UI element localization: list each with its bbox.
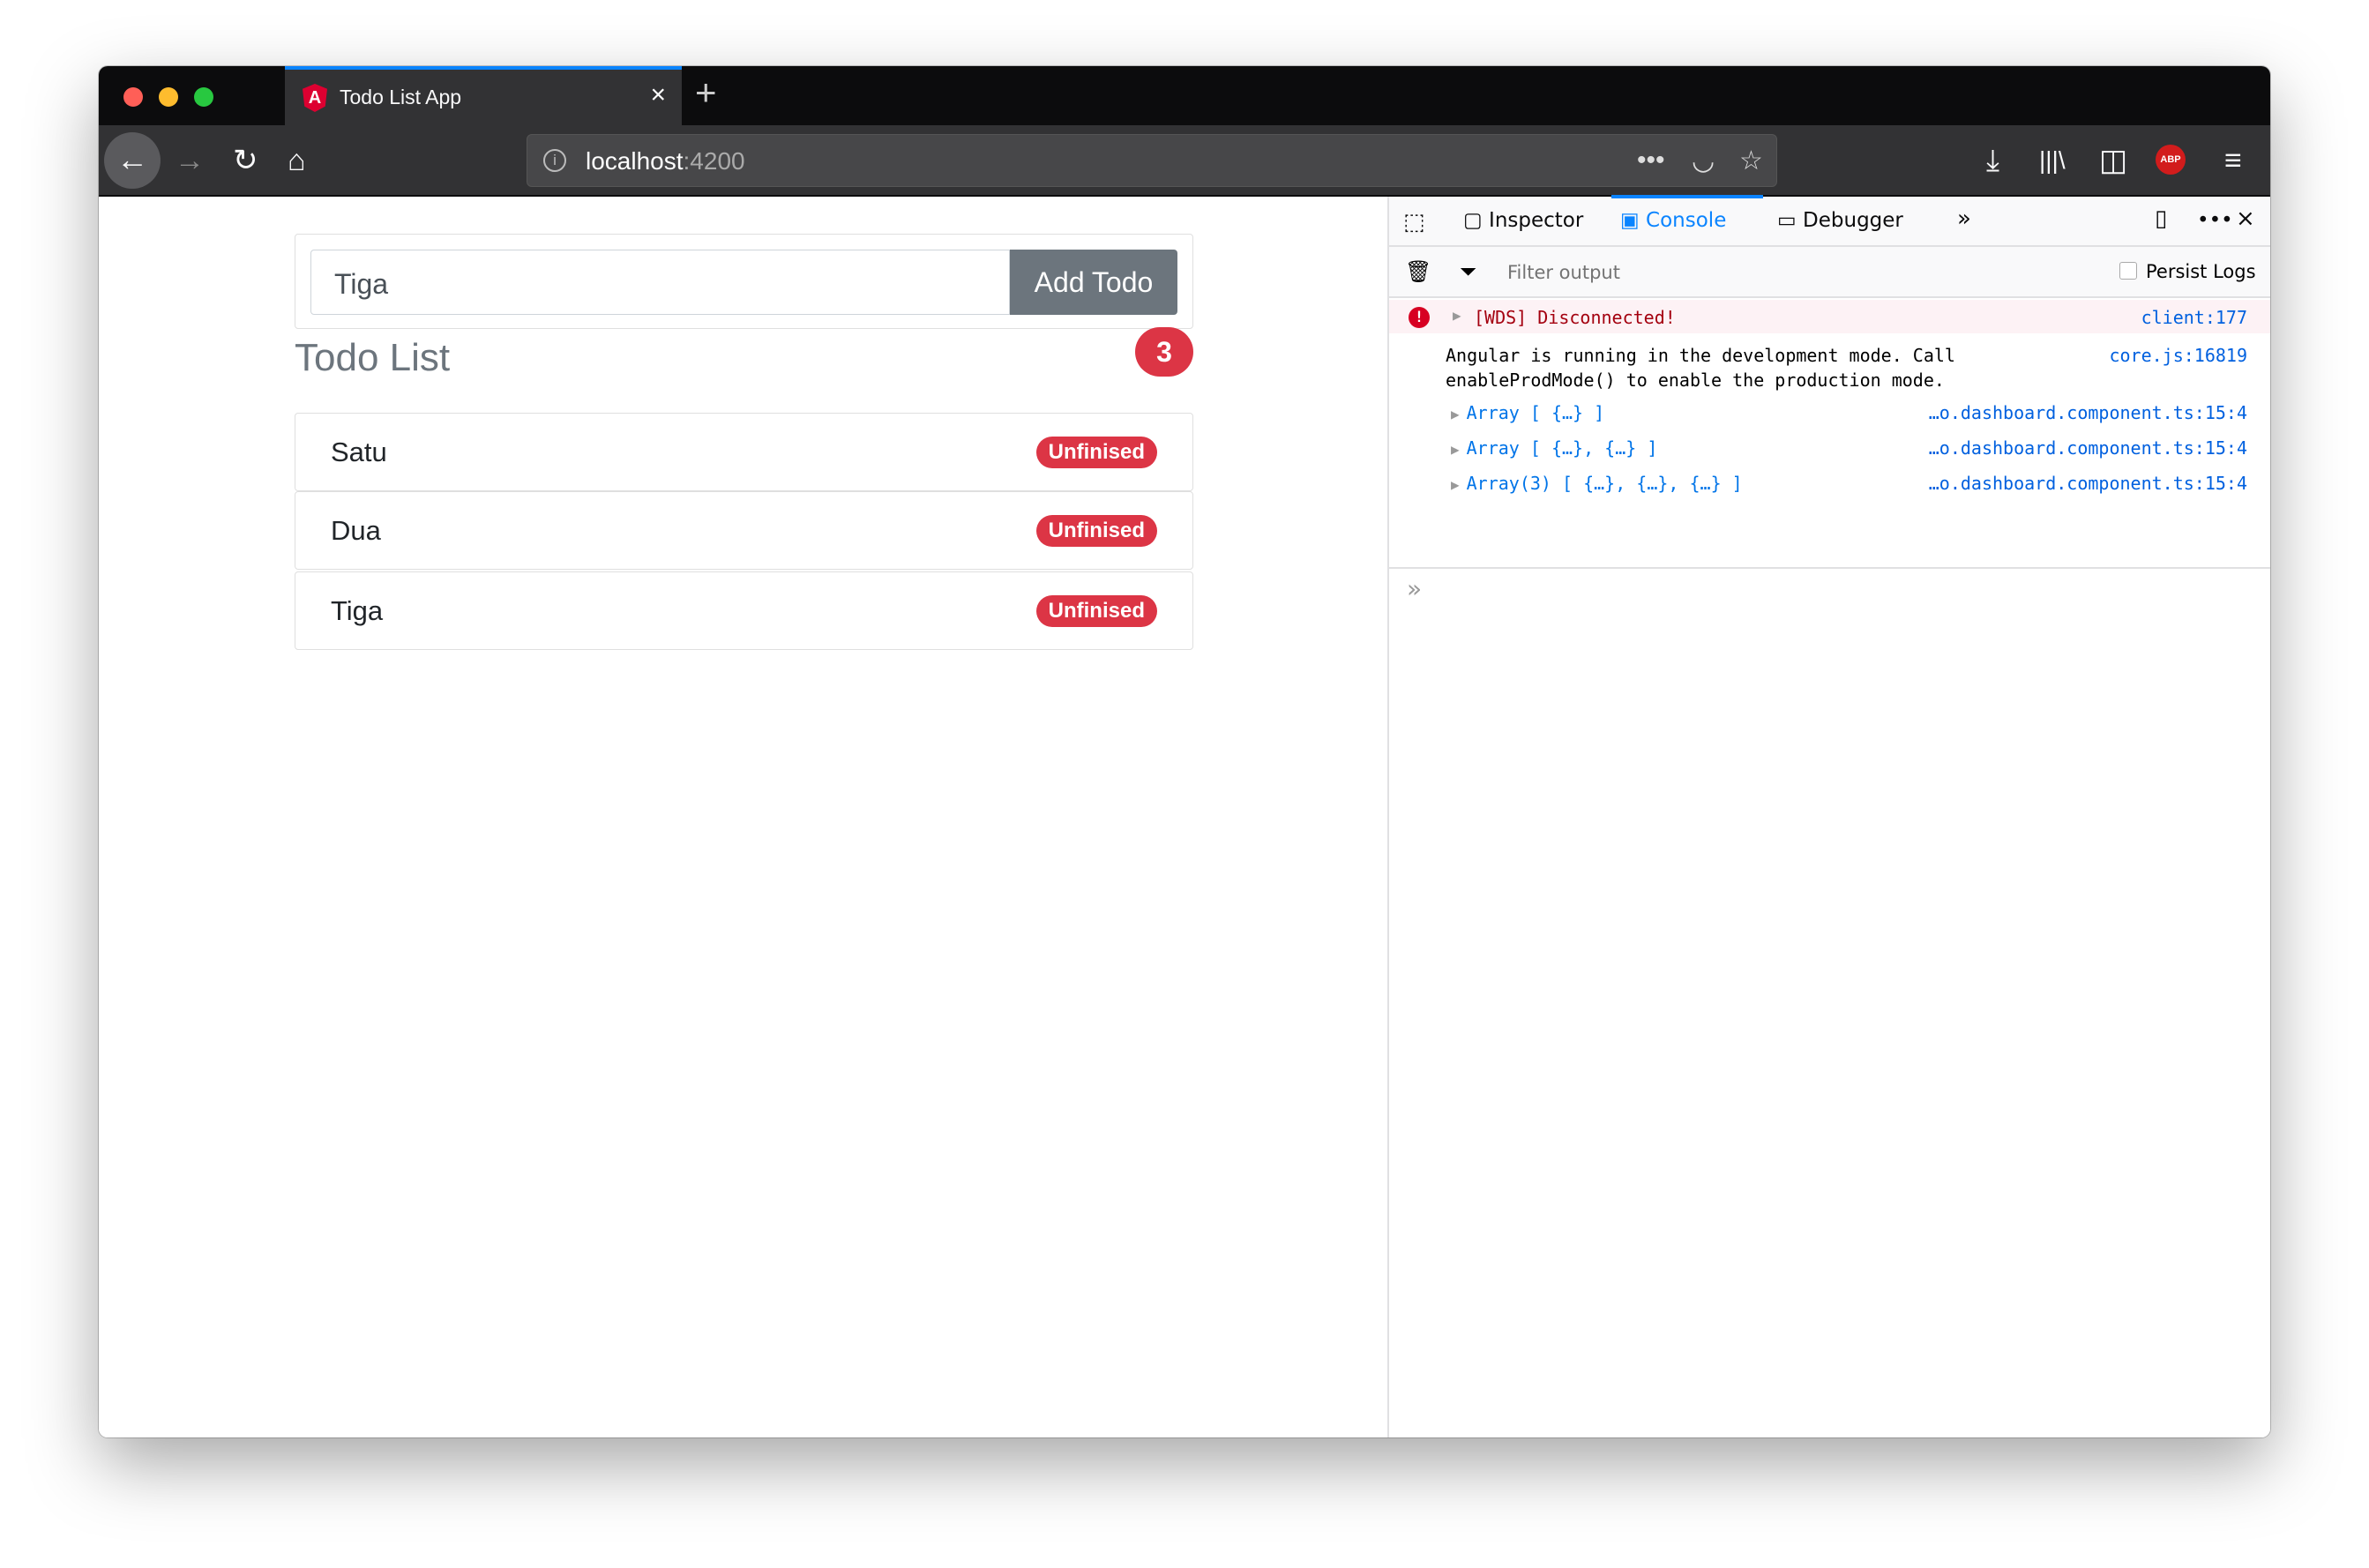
tab-debugger[interactable]: ▭ Debugger bbox=[1777, 209, 1903, 232]
add-todo-card: Tiga Add Todo bbox=[295, 234, 1193, 329]
error-icon: ! bbox=[1409, 307, 1430, 328]
adblock-icon[interactable]: ABP bbox=[2156, 145, 2186, 175]
count-badge: 3 bbox=[1135, 327, 1193, 377]
more-tabs-icon[interactable]: » bbox=[1957, 205, 1971, 232]
angular-icon: A bbox=[303, 84, 327, 112]
status-badge: Unfinised bbox=[1035, 515, 1157, 547]
console-log-row: Angular is running in the development mo… bbox=[1389, 343, 2270, 392]
download-icon[interactable]: ⤓ bbox=[1986, 143, 1999, 178]
todo-item[interactable]: Tiga Unfinised bbox=[295, 571, 1193, 650]
url-host: localhost bbox=[586, 147, 684, 175]
log-source-link[interactable]: …o.dashboard.component.ts:15:4 bbox=[1929, 402, 2247, 423]
maximize-window-button[interactable] bbox=[194, 87, 213, 107]
console-error-row[interactable]: ! ▶ [WDS] Disconnected! client:177 bbox=[1389, 300, 2270, 333]
close-tab-icon[interactable]: × bbox=[650, 80, 666, 110]
console-log-row[interactable]: ▶ Array [ {…} ] …o.dashboard.component.ts:… bbox=[1389, 402, 2270, 423]
menu-icon[interactable]: ≡ bbox=[2224, 143, 2242, 178]
status-badge: Unfinised bbox=[1035, 437, 1157, 468]
todo-title: Dua bbox=[331, 515, 381, 546]
expand-arrow-icon[interactable]: ▶ bbox=[1451, 406, 1460, 422]
forward-icon[interactable]: → bbox=[175, 143, 205, 178]
log-message: [WDS] Disconnected! bbox=[1474, 307, 1676, 328]
console-log-row[interactable]: ▶ Array [ {…}, {…} ] …o.dashboard.componen… bbox=[1389, 437, 2270, 459]
pocket-icon[interactable]: ◡ bbox=[1692, 146, 1715, 176]
log-message: Array [ {…}, {…} ] bbox=[1466, 437, 1658, 459]
prompt-chevron-icon: » bbox=[1407, 574, 1423, 603]
persist-logs-checkbox[interactable] bbox=[2119, 262, 2137, 280]
log-source-link[interactable]: core.js:16819 bbox=[2109, 343, 2247, 368]
persist-logs-label: Persist Logs bbox=[2146, 261, 2256, 282]
devtools-panel: ⬚ ▢ Inspector ▣ Console ▭ Debugger » ▯ •… bbox=[1387, 195, 2270, 1437]
log-source-link[interactable]: …o.dashboard.component.ts:15:4 bbox=[1929, 473, 2247, 494]
todo-title: Satu bbox=[331, 437, 387, 467]
more-icon[interactable]: ••• bbox=[1637, 146, 1665, 175]
expand-arrow-icon[interactable]: ▶ bbox=[1451, 476, 1460, 493]
log-message: Array [ {…} ] bbox=[1466, 402, 1605, 423]
filter-bar: 🗑 ⏷ Filter output Persist Logs bbox=[1389, 247, 2270, 298]
expand-arrow-icon[interactable]: ▶ bbox=[1451, 441, 1460, 458]
minimize-window-button[interactable] bbox=[159, 87, 178, 107]
info-icon[interactable]: i bbox=[543, 149, 566, 172]
tab-inspector[interactable]: ▢ Inspector bbox=[1463, 209, 1583, 232]
tab-console[interactable]: ▣ Console bbox=[1620, 209, 1726, 232]
trash-icon[interactable]: 🗑 bbox=[1405, 259, 1431, 284]
active-tab-indicator bbox=[1611, 195, 1763, 198]
sidebar-icon[interactable]: ◫ bbox=[2099, 143, 2127, 178]
page-title: Todo List bbox=[295, 336, 451, 379]
reload-icon[interactable]: ↻ bbox=[233, 143, 258, 178]
tab-label: Inspector bbox=[1489, 209, 1584, 232]
close-window-button[interactable] bbox=[123, 87, 143, 107]
log-message: Array(3) [ {…}, {…}, {…} ] bbox=[1466, 473, 1743, 494]
url-port: :4200 bbox=[683, 147, 745, 175]
options-icon[interactable]: ••• bbox=[2197, 209, 2233, 232]
filter-icon[interactable]: ⏷ bbox=[1460, 259, 1476, 284]
browser-tab[interactable]: A Todo List App × bbox=[285, 66, 682, 125]
add-todo-button[interactable]: Add Todo bbox=[1010, 250, 1177, 315]
console-log-row[interactable]: ▶ Array(3) [ {…}, {…}, {…} ] …o.dashboard.… bbox=[1389, 473, 2270, 494]
page-content: Tiga Add Todo Todo List 3 Satu Unfinised … bbox=[99, 197, 1387, 1437]
close-devtools-icon[interactable]: × bbox=[2236, 205, 2255, 232]
back-icon[interactable]: ← bbox=[104, 132, 161, 189]
element-picker-icon[interactable]: ⬚ bbox=[1403, 209, 1425, 235]
todo-title: Tiga bbox=[331, 595, 384, 626]
library-icon[interactable]: |||\ bbox=[2039, 143, 2066, 178]
nav-toolbar: ← → ↻ ⌂ i localhost:4200 ••• ◡ ☆ ⤓ |||\ … bbox=[99, 125, 2270, 197]
expand-arrow-icon[interactable]: ▶ bbox=[1453, 307, 1461, 324]
tab-label: Debugger bbox=[1803, 209, 1903, 232]
bookmark-star-icon[interactable]: ☆ bbox=[1739, 146, 1763, 176]
new-tab-icon[interactable]: + bbox=[695, 71, 717, 114]
tab-title: Todo List App bbox=[340, 86, 462, 108]
status-badge: Unfinised bbox=[1035, 595, 1157, 627]
todo-item[interactable]: Satu Unfinised bbox=[295, 413, 1193, 491]
url-text: localhost:4200 bbox=[586, 147, 745, 175]
devtools-tabs: ⬚ ▢ Inspector ▣ Console ▭ Debugger » ▯ •… bbox=[1389, 195, 2270, 247]
console-input[interactable]: » bbox=[1389, 567, 2270, 1431]
dock-icon[interactable]: ▯ bbox=[2155, 205, 2167, 232]
tab-bar: A Todo List App × + bbox=[99, 66, 2270, 125]
log-source-link[interactable]: …o.dashboard.component.ts:15:4 bbox=[1929, 437, 2247, 459]
filter-input[interactable]: Filter output bbox=[1507, 262, 1620, 283]
browser-window: A Todo List App × + ← → ↻ ⌂ i localhost:… bbox=[99, 66, 2270, 1437]
log-message-line2: enableProdMode() to enable the productio… bbox=[1446, 370, 1945, 391]
log-source-link[interactable]: client:177 bbox=[2141, 307, 2247, 328]
home-icon[interactable]: ⌂ bbox=[288, 143, 306, 178]
todo-item[interactable]: Dua Unfinised bbox=[295, 491, 1193, 570]
todo-input[interactable]: Tiga bbox=[310, 250, 1010, 315]
tab-label: Console bbox=[1646, 209, 1727, 232]
url-bar[interactable]: i localhost:4200 ••• ◡ ☆ bbox=[527, 134, 1777, 187]
